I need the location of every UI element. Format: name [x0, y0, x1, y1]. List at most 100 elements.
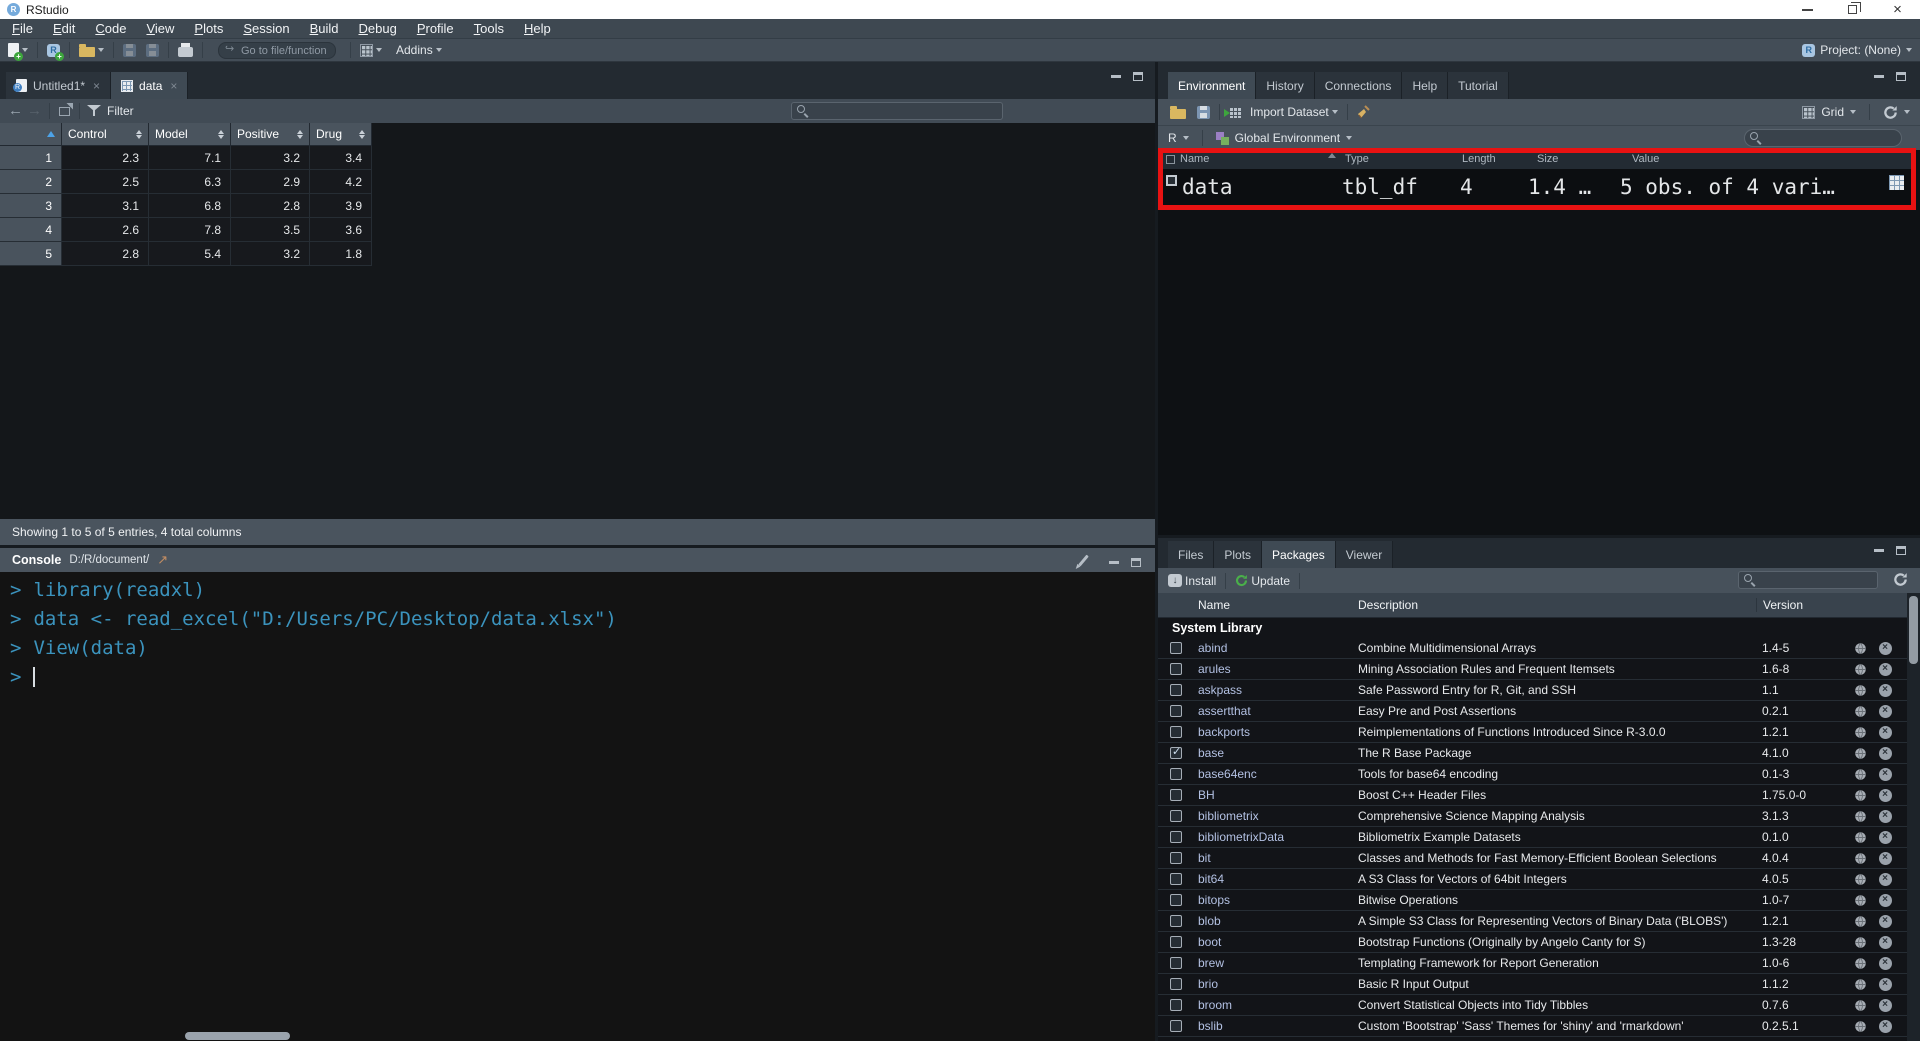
menu-item[interactable]: Profile — [407, 19, 464, 38]
package-name-link[interactable]: bibliometrix — [1198, 809, 1358, 823]
addins-button[interactable]: Addins — [394, 43, 444, 57]
package-website-button[interactable] — [1848, 873, 1872, 886]
package-name-link[interactable]: base64enc — [1198, 767, 1358, 781]
tab-data-viewer[interactable]: data × — [111, 72, 188, 99]
row-number-column-header[interactable] — [0, 123, 62, 146]
package-loaded-checkbox[interactable]: ✓ — [1170, 936, 1182, 948]
package-remove-button[interactable]: × — [1872, 747, 1898, 760]
package-loaded-checkbox[interactable]: ✓ — [1170, 726, 1182, 738]
object-checkbox[interactable] — [1166, 175, 1177, 186]
tab-viewer[interactable]: Viewer — [1336, 541, 1393, 568]
menu-item[interactable]: File — [2, 19, 43, 38]
install-button[interactable]: ↓ Install — [1166, 574, 1218, 588]
package-name-link[interactable]: backports — [1198, 725, 1358, 739]
close-window-button[interactable]: × — [1875, 0, 1920, 19]
menu-item[interactable]: Build — [300, 19, 349, 38]
package-remove-button[interactable]: × — [1872, 978, 1898, 991]
maximize-pane-icon[interactable] — [1896, 546, 1906, 555]
minimize-pane-icon[interactable] — [1874, 549, 1884, 552]
tab-packages[interactable]: Packages — [1262, 541, 1336, 568]
column-header-description[interactable]: Description — [1358, 598, 1756, 612]
restore-window-button[interactable] — [1830, 0, 1875, 19]
package-remove-button[interactable]: × — [1872, 873, 1898, 886]
package-remove-button[interactable]: × — [1872, 705, 1898, 718]
column-header[interactable]: Drug — [310, 123, 372, 146]
package-remove-button[interactable]: × — [1872, 1020, 1898, 1033]
minimize-pane-icon[interactable] — [1111, 75, 1121, 78]
package-website-button[interactable] — [1848, 768, 1872, 781]
column-header-length[interactable]: Length — [1462, 153, 1496, 165]
menu-item[interactable]: Edit — [43, 19, 85, 38]
tab-help[interactable]: Help — [1402, 72, 1448, 99]
select-all-checkbox[interactable] — [1166, 155, 1175, 164]
package-remove-button[interactable]: × — [1872, 726, 1898, 739]
forward-icon[interactable]: → — [27, 101, 42, 121]
clear-environment-button[interactable] — [1355, 105, 1371, 119]
package-loaded-checkbox[interactable]: ✓ — [1170, 642, 1182, 654]
environment-object-row[interactable]: data tbl_df 4 1.4 … 5 obs. of 4 vari… — [1158, 169, 1916, 207]
package-loaded-checkbox[interactable]: ✓ — [1170, 978, 1182, 990]
package-remove-button[interactable]: × — [1872, 852, 1898, 865]
tab-connections[interactable]: Connections — [1315, 72, 1403, 99]
column-header-value[interactable]: Value — [1632, 153, 1659, 165]
package-remove-button[interactable]: × — [1872, 768, 1898, 781]
package-remove-button[interactable]: × — [1872, 894, 1898, 907]
save-button[interactable] — [121, 44, 138, 57]
maximize-pane-icon[interactable] — [1896, 72, 1906, 81]
filter-label[interactable]: Filter — [107, 104, 134, 118]
package-loaded-checkbox[interactable]: ✓ — [1170, 999, 1182, 1011]
menu-item[interactable]: Help — [514, 19, 561, 38]
package-loaded-checkbox[interactable]: ✓ — [1170, 810, 1182, 822]
open-file-button[interactable] — [77, 44, 106, 57]
package-name-link[interactable]: bslib — [1198, 1019, 1358, 1033]
sort-icon[interactable] — [218, 130, 224, 139]
language-selector[interactable]: R — [1168, 131, 1177, 145]
column-header-name[interactable]: Name — [1180, 153, 1209, 165]
package-name-link[interactable]: brio — [1198, 977, 1358, 991]
column-header[interactable]: Control — [62, 123, 149, 146]
refresh-packages-button[interactable] — [1893, 572, 1908, 587]
package-website-button[interactable] — [1848, 642, 1872, 655]
package-name-link[interactable]: broom — [1198, 998, 1358, 1012]
column-header-version[interactable]: Version — [1756, 598, 1848, 612]
scope-selector[interactable]: Global Environment — [1235, 131, 1340, 145]
package-website-button[interactable] — [1848, 684, 1872, 697]
package-loaded-checkbox[interactable]: ✓ — [1170, 873, 1182, 885]
package-name-link[interactable]: assertthat — [1198, 704, 1358, 718]
goto-file-input[interactable] — [218, 42, 336, 59]
package-loaded-checkbox[interactable]: ✓ — [1170, 1020, 1182, 1032]
package-website-button[interactable] — [1848, 1020, 1872, 1033]
minimize-window-button[interactable] — [1785, 0, 1830, 19]
menu-item[interactable]: Code — [85, 19, 136, 38]
package-name-link[interactable]: bibliometrixData — [1198, 830, 1358, 844]
package-remove-button[interactable]: × — [1872, 642, 1898, 655]
update-button[interactable]: Update — [1233, 574, 1292, 588]
package-remove-button[interactable]: × — [1872, 936, 1898, 949]
save-all-button[interactable] — [144, 44, 161, 57]
sort-icon[interactable] — [297, 130, 303, 139]
package-loaded-checkbox[interactable]: ✓ — [1170, 663, 1182, 675]
clear-console-icon[interactable] — [1078, 555, 1089, 567]
package-remove-button[interactable]: × — [1872, 810, 1898, 823]
package-website-button[interactable] — [1848, 978, 1872, 991]
package-website-button[interactable] — [1848, 915, 1872, 928]
package-name-link[interactable]: bitops — [1198, 893, 1358, 907]
package-website-button[interactable] — [1848, 894, 1872, 907]
package-loaded-checkbox[interactable]: ✓ — [1170, 831, 1182, 843]
pane-layout-button[interactable] — [358, 44, 384, 57]
import-dataset-button[interactable]: Import Dataset — [1227, 105, 1340, 119]
menu-item[interactable]: Tools — [464, 19, 514, 38]
close-tab-icon[interactable]: × — [93, 79, 100, 93]
console-input-line[interactable]: > — [10, 663, 1155, 692]
environment-search-box[interactable] — [1744, 129, 1902, 147]
menu-item[interactable]: Debug — [349, 19, 407, 38]
package-website-button[interactable] — [1848, 852, 1872, 865]
package-remove-button[interactable]: × — [1872, 663, 1898, 676]
column-header-type[interactable]: Type — [1345, 153, 1369, 165]
new-file-button[interactable] — [6, 43, 30, 57]
package-website-button[interactable] — [1848, 663, 1872, 676]
package-remove-button[interactable]: × — [1872, 957, 1898, 970]
scrollbar-thumb[interactable] — [1909, 596, 1918, 664]
maximize-pane-icon[interactable] — [1131, 558, 1141, 567]
sort-icon[interactable] — [136, 130, 142, 139]
